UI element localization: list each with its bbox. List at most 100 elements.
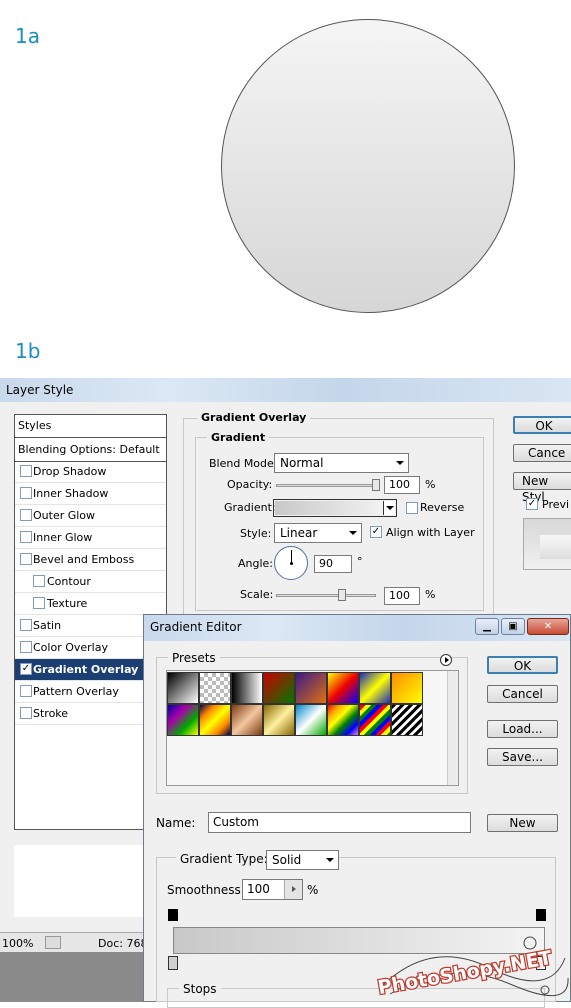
scale-slider-thumb[interactable] <box>338 589 346 601</box>
smoothness-field[interactable]: 100 <box>242 879 303 900</box>
style-item-outer-glow[interactable]: Outer Glow <box>15 505 166 527</box>
style-item-label: Gradient Overlay <box>33 663 139 676</box>
style-item-inner-shadow[interactable]: Inner Shadow <box>15 483 166 505</box>
close-icon[interactable]: ✕ <box>527 618 569 635</box>
style-item-label: Inner Shadow <box>33 487 109 500</box>
preset-swatch[interactable] <box>359 704 391 736</box>
style-item-checkbox[interactable] <box>20 641 32 653</box>
preset-swatch[interactable] <box>167 672 199 704</box>
style-item-checkbox[interactable]: ✓ <box>20 663 32 675</box>
preset-swatch[interactable] <box>167 704 199 736</box>
opacity-stop-left[interactable] <box>168 909 178 921</box>
gradient-picker[interactable] <box>273 499 397 517</box>
cancel-button[interactable]: Cance <box>513 444 571 462</box>
ge-cancel-button[interactable]: Cancel <box>487 685 558 703</box>
color-stop-left[interactable] <box>168 956 178 970</box>
preset-swatch[interactable] <box>391 704 423 736</box>
ge-ok-button[interactable]: OK <box>487 656 558 674</box>
presets-menu-icon[interactable] <box>440 654 452 666</box>
reverse-checkbox[interactable] <box>406 502 418 514</box>
style-item-checkbox[interactable] <box>20 465 32 477</box>
styles-header[interactable]: Styles <box>18 419 51 432</box>
scale-label: Scale: <box>240 588 274 601</box>
preset-swatch[interactable] <box>199 672 231 704</box>
doc-size: Doc: 768 <box>98 937 148 950</box>
status-bar: 100% Doc: 768 <box>0 932 150 952</box>
preset-swatch[interactable] <box>231 704 263 736</box>
new-button[interactable]: New <box>487 814 558 832</box>
new-style-button[interactable]: New Styl <box>513 472 571 504</box>
style-item-checkbox[interactable] <box>20 685 32 697</box>
smoothness-value: 100 <box>247 882 270 896</box>
restore-icon[interactable]: ▣ <box>501 618 525 635</box>
align-with-layer-checkbox[interactable]: ✓ <box>370 526 382 538</box>
preset-swatch[interactable] <box>263 704 295 736</box>
style-item-checkbox[interactable] <box>20 487 32 499</box>
blending-options-item[interactable]: Blending Options: Default <box>18 443 160 456</box>
preset-swatch[interactable] <box>263 672 295 704</box>
preview-checkbox[interactable]: ✓ <box>526 498 538 510</box>
opacity-label: Opacity: <box>227 478 273 491</box>
angle-dial[interactable] <box>274 546 308 580</box>
gradient-type-select[interactable]: Solid <box>266 850 339 870</box>
ok-button[interactable]: OK <box>513 416 571 434</box>
style-item-contour[interactable]: Contour <box>15 571 166 593</box>
align-with-layer-label: Align with Layer <box>386 526 475 539</box>
preview-label: Previ <box>542 498 570 511</box>
gradient-circle-preview <box>221 19 515 313</box>
ge-save-button[interactable]: Save... <box>487 748 558 766</box>
style-item-checkbox[interactable] <box>33 575 45 587</box>
scale-field[interactable]: 100 <box>384 587 420 605</box>
preset-swatch[interactable] <box>295 672 327 704</box>
style-item-drop-shadow[interactable]: Drop Shadow <box>15 461 166 483</box>
style-item-label: Bevel and Emboss <box>33 553 135 566</box>
gradient-dropdown-arrow[interactable] <box>383 501 395 515</box>
style-item-checkbox[interactable] <box>20 509 32 521</box>
style-item-label: Color Overlay <box>33 641 108 654</box>
preset-swatch[interactable] <box>231 672 263 704</box>
status-info-icon[interactable] <box>45 936 61 949</box>
style-item-checkbox[interactable] <box>20 619 32 631</box>
preset-swatch[interactable] <box>359 672 391 704</box>
style-preview-swatch <box>523 518 571 570</box>
style-label: Style: <box>240 527 272 540</box>
chevron-down-icon <box>396 461 404 465</box>
scale-slider[interactable] <box>276 594 376 597</box>
style-item-checkbox[interactable] <box>20 531 32 543</box>
opacity-slider[interactable] <box>276 484 376 487</box>
name-field[interactable]: Custom <box>208 812 471 833</box>
angle-field[interactable]: 90 <box>314 555 352 573</box>
style-item-texture[interactable]: Texture <box>15 593 166 615</box>
style-item-checkbox[interactable] <box>20 707 32 719</box>
smoothness-percent: % <box>307 883 319 897</box>
watermark-logo: PhotoShopy.NET <box>370 928 570 1000</box>
angle-label: Angle: <box>238 557 274 570</box>
presets-scrollbar[interactable] <box>447 671 458 785</box>
style-select[interactable]: Linear <box>274 523 362 543</box>
chevron-down-icon <box>386 506 394 510</box>
preset-swatch[interactable] <box>391 672 423 704</box>
opacity-percent: % <box>425 478 436 491</box>
opacity-slider-thumb[interactable] <box>372 479 380 491</box>
minimize-icon[interactable]: ▁ <box>475 618 499 635</box>
preset-swatch[interactable] <box>199 704 231 736</box>
style-item-inner-glow[interactable]: Inner Glow <box>15 527 166 549</box>
preset-swatch[interactable] <box>295 704 327 736</box>
preset-swatch[interactable] <box>327 704 359 736</box>
preset-swatch[interactable] <box>327 672 359 704</box>
style-item-checkbox[interactable] <box>33 597 45 609</box>
style-item-checkbox[interactable] <box>20 553 32 565</box>
opacity-field[interactable]: 100 <box>384 476 420 494</box>
style-item-bevel-and-emboss[interactable]: Bevel and Emboss <box>15 549 166 571</box>
ge-load-button[interactable]: Load... <box>487 720 558 738</box>
gradient-group-title: Gradient <box>207 431 270 444</box>
document-canvas <box>14 845 144 917</box>
blend-mode-select[interactable]: Normal <box>274 453 409 473</box>
layer-style-titlebar: Layer Style <box>0 378 571 402</box>
smoothness-arrow-icon[interactable] <box>284 880 302 899</box>
workspace-background <box>0 952 150 1002</box>
style-item-label: Stroke <box>33 707 69 720</box>
zoom-level[interactable]: 100% <box>2 937 33 950</box>
blend-mode-value: Normal <box>280 456 324 470</box>
opacity-stop-right[interactable] <box>536 909 546 921</box>
